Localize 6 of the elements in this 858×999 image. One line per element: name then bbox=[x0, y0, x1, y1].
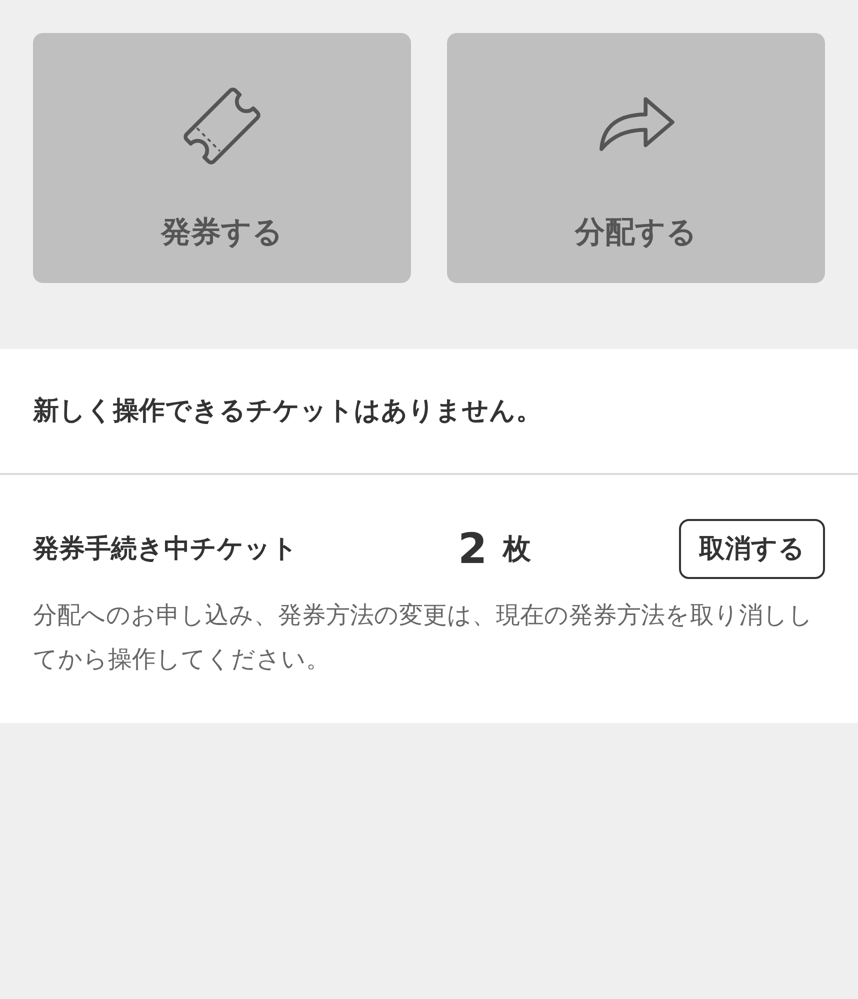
pending-label: 発券手続き中チケット bbox=[33, 532, 299, 566]
empty-message: 新しく操作できるチケットはありません。 bbox=[33, 394, 542, 428]
note-text: 分配へのお申し込み、発券方法の変更は、現在の発券方法を取り消ししてから操作してください。 bbox=[33, 600, 814, 676]
cancel-button[interactable]: 取消する bbox=[679, 519, 825, 580]
count-unit: 枚 bbox=[503, 531, 532, 568]
ticket-count: 2 bbox=[458, 528, 488, 570]
